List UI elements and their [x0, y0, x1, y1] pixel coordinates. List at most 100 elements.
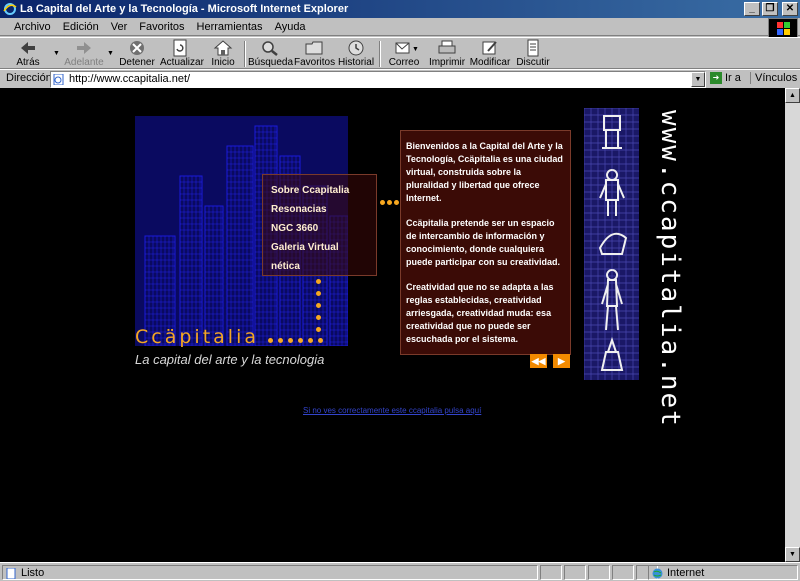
decorative-dot — [316, 291, 321, 296]
address-input[interactable]: http://www.ccapitalia.net/ ▼ — [50, 71, 706, 88]
status-cell — [564, 565, 586, 580]
decorative-dot — [316, 303, 321, 308]
site-tagline: La capital del arte y la tecnologia — [135, 352, 325, 367]
title-bar: La Capital del Arte y la Tecnología - Mi… — [0, 0, 800, 18]
maximize-button[interactable]: ❐ — [762, 2, 778, 16]
vertical-url-banner: www.ccapitalia.net — [645, 110, 685, 428]
decorative-dot — [316, 327, 321, 332]
discuss-icon — [527, 39, 539, 57]
decorative-dot — [288, 338, 293, 343]
status-main: Listo — [2, 565, 538, 580]
back-arrow-icon — [21, 42, 35, 54]
scroll-down-icon[interactable]: ▼ — [785, 547, 800, 562]
decorative-dot — [298, 338, 303, 343]
mail-dropdown-icon[interactable]: ▼ — [412, 46, 419, 53]
menu-edicion[interactable]: Edición — [57, 18, 105, 36]
go-arrow-icon: ➜ — [710, 72, 722, 84]
decorative-dot — [268, 338, 273, 343]
decorative-dot — [316, 279, 321, 284]
next-page-button[interactable]: ▶ — [553, 354, 570, 368]
address-label: Dirección — [6, 72, 52, 84]
stop-icon — [130, 41, 144, 55]
address-dropdown-icon[interactable]: ▼ — [691, 72, 705, 87]
welcome-paragraph-1: Bienvenidos a la Capital del Arte y la T… — [406, 141, 563, 203]
status-cell — [612, 565, 634, 580]
stop-button[interactable]: Detener — [118, 38, 156, 69]
history-button[interactable]: Historial — [337, 38, 375, 69]
standard-toolbar: Atrás ▼ Adelante ▼ Detener Actualizar In… — [0, 37, 800, 69]
previous-page-button[interactable]: ◀◀ — [530, 354, 547, 368]
welcome-text-panel: Bienvenidos a la Capital del Arte y la T… — [400, 130, 571, 355]
scroll-up-icon[interactable]: ▲ — [785, 88, 800, 103]
address-url: http://www.ccapitalia.net/ — [69, 73, 191, 85]
browser-throbber — [768, 18, 798, 38]
mail-icon — [395, 42, 410, 54]
decorative-dot — [394, 200, 399, 205]
vertical-url-text: www.ccapitalia.net — [655, 110, 685, 428]
windows-logo-icon — [777, 22, 790, 35]
decorative-dot — [308, 338, 313, 343]
back-button[interactable]: Atrás — [8, 38, 48, 69]
menu-favoritos[interactable]: Favoritos — [133, 18, 190, 36]
favorites-button[interactable]: Favoritos — [294, 38, 335, 69]
icon-column — [584, 108, 639, 380]
go-button[interactable]: ➜ Ir a — [710, 72, 741, 84]
toolbar-separator — [244, 41, 246, 67]
history-icon — [348, 40, 364, 56]
security-zone: Internet — [648, 565, 798, 580]
decorative-dot — [316, 315, 321, 320]
back-dropdown-icon[interactable]: ▼ — [53, 50, 60, 57]
search-button[interactable]: Búsqueda — [248, 38, 293, 69]
site-navigation: Sobre Ccapitalia Resonacias NGC 3660 Gal… — [262, 174, 377, 276]
nav-galeria-virtual[interactable]: Galeria Virtual — [271, 238, 376, 257]
toolbar-separator — [379, 41, 381, 67]
close-button[interactable]: ✕ — [782, 2, 798, 16]
favorites-folder-icon — [305, 41, 323, 55]
edit-pencil-icon — [482, 41, 497, 55]
decorative-dot — [278, 338, 283, 343]
home-icon — [213, 40, 233, 56]
forward-arrow-icon — [77, 42, 91, 54]
decorative-dot — [380, 200, 385, 205]
home-button[interactable]: Inicio — [206, 38, 240, 69]
robot-figures-graphic — [584, 108, 639, 380]
compatibility-link[interactable]: Si no ves correctamente este ccapitalia … — [303, 406, 481, 415]
nav-sobre-ccapitalia[interactable]: Sobre Ccapitalia — [271, 181, 376, 200]
print-button[interactable]: Imprimir — [428, 38, 466, 69]
status-cell — [540, 565, 562, 580]
menu-ver[interactable]: Ver — [105, 18, 134, 36]
welcome-paragraph-3: Creatividad que no se adapta a las regla… — [406, 282, 554, 344]
menu-archivo[interactable]: Archivo — [8, 18, 57, 36]
minimize-button[interactable]: _ — [744, 2, 760, 16]
status-bar: Listo Internet — [0, 562, 800, 581]
menu-herramientas[interactable]: Herramientas — [191, 18, 269, 36]
nav-resonacias[interactable]: Resonacias — [271, 200, 376, 219]
address-bar: Dirección http://www.ccapitalia.net/ ▼ ➜… — [0, 69, 800, 88]
mail-button[interactable]: Correo — [386, 38, 422, 69]
refresh-button[interactable]: Actualizar — [160, 38, 204, 69]
nav-netica[interactable]: nética — [271, 257, 376, 276]
nav-ngc-3660[interactable]: NGC 3660 — [271, 219, 376, 238]
page-content: Sobre Ccapitalia Resonacias NGC 3660 Gal… — [0, 88, 785, 562]
refresh-icon — [173, 39, 187, 57]
page-loaded-icon — [6, 568, 16, 579]
welcome-paragraph-2: Ccäpitalia pretende ser un espacio de in… — [406, 218, 561, 267]
globe-icon — [652, 568, 663, 579]
menu-ayuda[interactable]: Ayuda — [269, 18, 312, 36]
edit-button[interactable]: Modificar — [469, 38, 511, 69]
page-icon — [53, 74, 64, 85]
status-cell — [588, 565, 610, 580]
discuss-button[interactable]: Discutir — [514, 38, 552, 69]
site-brand: Ccäpitalia — [135, 326, 259, 348]
forward-button[interactable]: Adelante — [63, 38, 105, 69]
decorative-dot — [387, 200, 392, 205]
window-title: La Capital del Arte y la Tecnología - Mi… — [20, 3, 349, 15]
printer-icon — [438, 40, 456, 54]
search-icon — [262, 41, 278, 56]
forward-dropdown-icon[interactable]: ▼ — [107, 50, 114, 57]
vertical-scrollbar[interactable]: ▲ ▼ — [785, 88, 800, 562]
decorative-dot — [318, 338, 323, 343]
menu-bar: Archivo Edición Ver Favoritos Herramient… — [0, 18, 800, 36]
ie-logo-icon — [3, 3, 17, 15]
links-button[interactable]: Vínculos — [750, 72, 797, 84]
